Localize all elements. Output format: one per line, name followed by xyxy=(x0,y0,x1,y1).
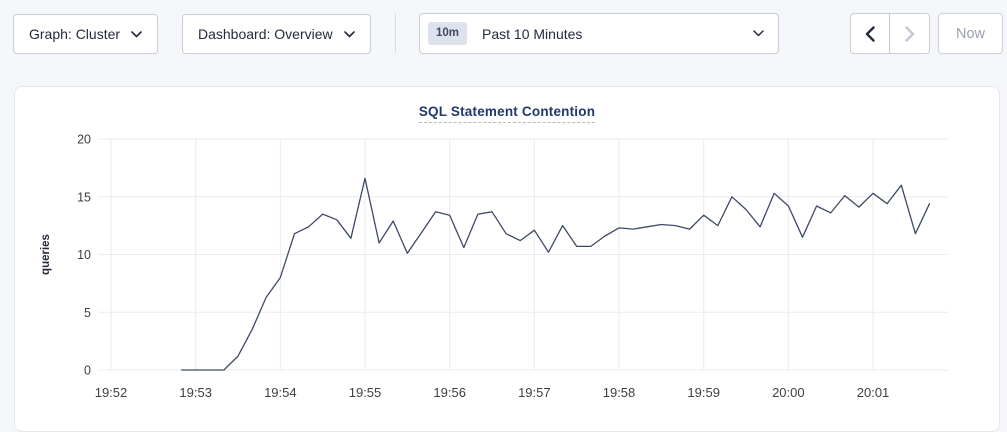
x-tick-label: 19:53 xyxy=(179,385,212,400)
chart-panel: SQL Statement Contention 0510152019:5219… xyxy=(14,86,1000,432)
chevron-down-icon xyxy=(131,31,142,38)
chevron-left-icon xyxy=(865,26,875,42)
x-tick-label: 19:58 xyxy=(603,385,636,400)
x-tick-label: 19:52 xyxy=(95,385,128,400)
chevron-right-icon xyxy=(905,26,915,42)
x-tick-label: 20:01 xyxy=(857,385,890,400)
x-tick-label: 19:55 xyxy=(349,385,382,400)
y-tick-label: 15 xyxy=(77,190,91,204)
x-tick-label: 19:59 xyxy=(687,385,720,400)
chevron-down-icon xyxy=(753,30,764,37)
toolbar-divider xyxy=(395,13,396,53)
y-tick-label: 20 xyxy=(77,133,91,147)
x-tick-label: 19:57 xyxy=(518,385,551,400)
time-back-button[interactable] xyxy=(851,14,890,53)
y-axis-label: queries xyxy=(40,234,52,275)
y-tick-label: 0 xyxy=(84,364,91,378)
y-tick-label: 10 xyxy=(77,248,91,262)
time-nav-group xyxy=(850,13,930,54)
now-button[interactable]: Now xyxy=(938,13,1003,54)
data-line-queries xyxy=(182,178,930,370)
graph-dropdown-label: Graph: Cluster xyxy=(29,26,120,42)
time-range-label: Past 10 Minutes xyxy=(482,26,582,42)
dashboard-dropdown-label: Dashboard: Overview xyxy=(198,26,333,42)
chart-canvas[interactable]: 0 5 10 15 20 19:52 19:53 19:54 19:55 19:56 19:57 19… xyxy=(15,87,999,431)
dashboard-dropdown[interactable]: Dashboard: Overview xyxy=(182,14,371,54)
time-range-badge: 10m xyxy=(428,22,467,46)
x-tick-label: 20:00 xyxy=(772,385,805,400)
chevron-down-icon xyxy=(344,31,355,38)
toolbar: Graph: Cluster Dashboard: Overview 10m P… xyxy=(0,0,1007,68)
x-tick-label: 19:54 xyxy=(264,385,297,400)
graph-dropdown[interactable]: Graph: Cluster xyxy=(13,14,158,54)
x-tick-label: 19:56 xyxy=(433,385,466,400)
time-forward-button[interactable] xyxy=(890,14,929,53)
time-range-dropdown[interactable]: 10m Past 10 Minutes xyxy=(419,13,779,54)
y-tick-label: 5 xyxy=(84,306,91,320)
